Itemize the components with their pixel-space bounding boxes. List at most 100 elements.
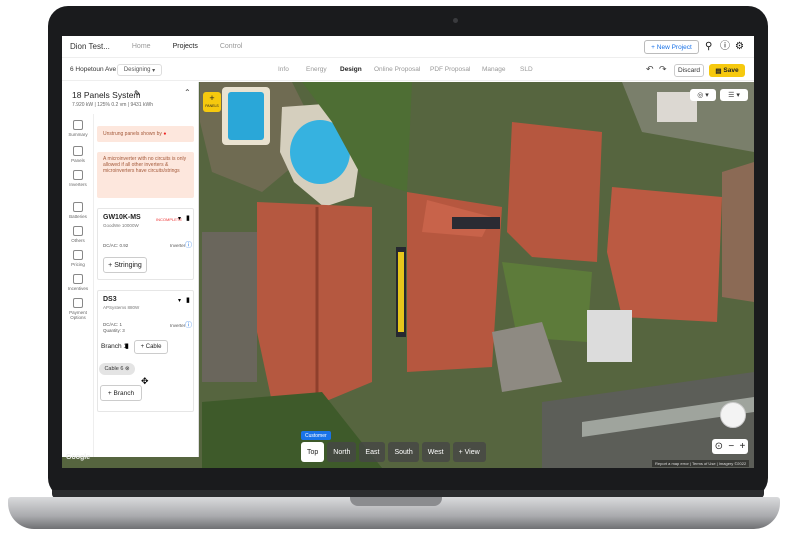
nav-projects[interactable]: Projects: [173, 43, 198, 50]
map-attribution[interactable]: Report a map error | Terms of Use | Imag…: [652, 460, 750, 467]
inverter-2-quantity: Quantity: 3: [103, 328, 125, 333]
inverter-1-maker: GoodWe 10000W: [103, 223, 139, 228]
info-icon[interactable]: ⓘ: [185, 240, 192, 250]
unstrung-warning: Unstrung panels shown by ●: [97, 126, 194, 142]
sidebar-label-others: Others: [71, 238, 85, 243]
cable-chip-label: Cable 6: [104, 366, 124, 372]
system-stats: 7.920 kW | 125% 0.2 vm | 9431 kWh: [72, 102, 153, 108]
sidebar-label-inverters: Inverters: [69, 182, 87, 187]
pricing-icon: [73, 250, 83, 260]
sidebar-item-incentives[interactable]: Incentives: [62, 274, 94, 291]
tab-info[interactable]: Info: [278, 66, 289, 73]
sidebar-item-payment-options[interactable]: Payment Options: [62, 298, 94, 320]
discard-button[interactable]: Discard: [674, 64, 704, 77]
add-branch-button[interactable]: + Branch: [100, 385, 142, 401]
undo-icon[interactable]: ↶: [646, 64, 654, 75]
new-project-button[interactable]: + New Project: [644, 40, 699, 54]
sidebar-label-incentives: Incentives: [67, 286, 89, 291]
collapse-icon[interactable]: ⌃: [184, 88, 191, 97]
fullscreen-icon[interactable]: ⊙: [715, 441, 723, 452]
add-view-button[interactable]: + View: [452, 442, 486, 462]
save-button[interactable]: ▤ Save: [709, 64, 745, 77]
sidebar-item-pricing[interactable]: Pricing: [62, 250, 94, 267]
save-icon: ▤: [715, 67, 722, 75]
nav-control[interactable]: Control: [220, 43, 243, 50]
tab-design[interactable]: Design: [340, 66, 362, 73]
trash-icon[interactable]: ▮: [186, 214, 190, 222]
status-dropdown[interactable]: Designing ▾: [117, 64, 162, 76]
trash-icon[interactable]: ▮: [186, 296, 190, 304]
inverter-2-dcac: DC/AC: 1: [103, 322, 123, 327]
help-icon[interactable]: ⓘ: [720, 41, 730, 53]
red-dot-icon: ●: [163, 131, 167, 137]
inverter-1-model: GW10K-MS: [103, 214, 141, 221]
nav-home[interactable]: Home: [132, 43, 151, 50]
sidebar-label-batteries: Batteries: [69, 214, 87, 219]
save-label: Save: [723, 67, 739, 74]
sidebar-item-inverters[interactable]: Inverters: [62, 170, 94, 187]
zoom-in-button[interactable]: +: [739, 441, 745, 452]
info-icon[interactable]: ⓘ: [185, 320, 192, 330]
tab-energy[interactable]: Energy: [306, 66, 327, 73]
sidebar-label-payment-options: Payment Options: [69, 310, 87, 320]
incentives-icon: [73, 274, 83, 284]
dropdown-arrow-icon[interactable]: ▾: [178, 215, 181, 222]
add-panels-label: PANELS: [205, 104, 219, 108]
zoom-out-button[interactable]: −: [728, 441, 734, 452]
sidebar-item-others[interactable]: Others: [62, 226, 94, 243]
sidebar-item-batteries[interactable]: Batteries: [62, 202, 94, 219]
project-subnav: 6 Hopetoun Ave Designing ▾ Info Energy D…: [62, 59, 754, 81]
camera-dot: [453, 18, 458, 23]
filters-button[interactable]: ☰ ▾: [720, 89, 748, 101]
inverter-card-2: DS3 APSystems 880W ▾ ▮ DC/AC: 1 Quantity…: [97, 290, 194, 412]
top-navigation: Dion Test... Home Projects Control + New…: [62, 36, 754, 58]
view-east-button[interactable]: East: [359, 442, 386, 462]
brand-name[interactable]: Dion Test...: [70, 42, 110, 51]
move-cursor-icon: ✥: [141, 376, 149, 386]
add-cable-button[interactable]: + Cable: [134, 340, 168, 354]
view-north-button[interactable]: North: [327, 442, 357, 462]
summary-icon: [73, 120, 83, 130]
trash-icon[interactable]: ▮: [125, 342, 129, 350]
inverter-2-maker: APSystems 880W: [103, 305, 140, 310]
sidebar-item-panels[interactable]: Panels: [62, 146, 94, 163]
battery-icon: [73, 202, 83, 212]
stringing-button[interactable]: + Stringing: [103, 257, 147, 273]
customer-badge: Customer: [301, 431, 331, 440]
remove-chip-icon[interactable]: ⊗: [125, 366, 130, 372]
zoom-controls: ⊙ − +: [712, 439, 748, 454]
dropdown-arrow-icon[interactable]: ▾: [178, 297, 181, 304]
inverter-1-info: Inverter: [170, 243, 186, 248]
sidebar-item-summary[interactable]: Summary: [62, 120, 94, 137]
sidebar-label-pricing: Pricing: [71, 262, 85, 267]
search-icon[interactable]: ⚲: [705, 41, 712, 53]
compass-icon[interactable]: [720, 402, 746, 428]
panel-sidebar: Summary Panels Inverters Batteries Other…: [62, 114, 94, 457]
tab-pdf-proposal[interactable]: PDF Proposal: [430, 66, 470, 73]
redo-icon[interactable]: ↷: [659, 64, 667, 75]
others-icon: [73, 226, 83, 236]
add-panels-button[interactable]: + PANELS: [203, 92, 221, 112]
status-label: Designing: [123, 67, 151, 73]
inverter-1-dcac: DC/AC: 0.92: [103, 243, 129, 248]
view-top-button[interactable]: Top: [301, 442, 325, 462]
plus-icon: +: [209, 93, 215, 103]
tab-online-proposal[interactable]: Online Proposal: [374, 66, 420, 73]
branch-label: Branch 1: [101, 343, 128, 350]
tab-sld[interactable]: SLD: [520, 66, 533, 73]
system-panel: 18 Panels System ✎ 7.920 kW | 125% 0.2 v…: [62, 82, 199, 457]
view-toolbar: Top North East South West + View: [301, 442, 489, 462]
satellite-map[interactable]: 18 Panels System ✎ 7.920 kW | 125% 0.2 v…: [62, 82, 754, 468]
unstrung-warning-text: Unstrung panels shown by: [103, 131, 162, 137]
system-title: 18 Panels System: [72, 90, 141, 100]
view-west-button[interactable]: West: [421, 442, 450, 462]
view-south-button[interactable]: South: [388, 442, 419, 462]
project-address: 6 Hopetoun Ave: [70, 66, 117, 73]
tab-manage[interactable]: Manage: [482, 66, 506, 73]
layers-button[interactable]: ◎ ▾: [690, 89, 716, 101]
cable-chip[interactable]: Cable 6 ⊗: [99, 363, 135, 375]
microinverter-warning: A microinverter with no circuits is only…: [97, 152, 194, 198]
gear-icon[interactable]: ⚙: [735, 41, 744, 53]
laptop-notch: [350, 497, 442, 506]
pencil-icon[interactable]: ✎: [134, 89, 141, 98]
